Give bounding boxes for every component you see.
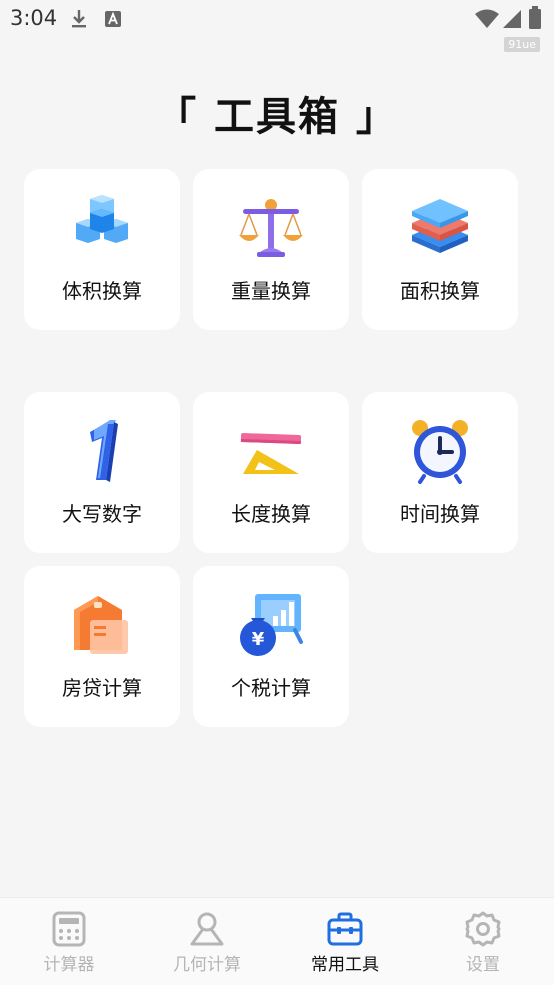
toolbox-icon: [327, 912, 363, 946]
scale-icon: [239, 199, 303, 257]
tool-label: 时间换算: [400, 502, 480, 526]
tab-geometry[interactable]: 几何计算: [138, 898, 276, 985]
tool-card-volume[interactable]: 体积换算: [24, 169, 180, 330]
cubes-icon: [76, 195, 128, 243]
tool-label: 重量换算: [231, 279, 311, 303]
tool-card-income-tax[interactable]: ¥ 个税计算: [193, 566, 349, 727]
house-icon: [74, 596, 128, 654]
tab-label: 常用工具: [311, 955, 379, 975]
tab-label: 计算器: [43, 955, 95, 975]
tab-label: 设置: [466, 955, 500, 975]
layers-icon: [412, 199, 468, 253]
tool-card-length[interactable]: 长度换算: [193, 392, 349, 553]
download-icon: [72, 10, 86, 28]
tool-card-uppercase-number[interactable]: 大写数字: [24, 392, 180, 553]
tool-label: 大写数字: [62, 502, 142, 526]
tab-calculator[interactable]: 计算器: [0, 898, 138, 985]
tab-label: 几何计算: [173, 955, 241, 975]
status-time: 3:04: [10, 6, 58, 30]
tool-label: 个税计算: [231, 676, 311, 700]
bottom-tab-bar: 计算器 几何计算 常用工具 设置: [0, 897, 554, 985]
tool-card-weight[interactable]: 重量换算: [193, 169, 349, 330]
tool-card-area[interactable]: 面积换算: [362, 169, 518, 330]
wifi-icon: [475, 9, 499, 28]
number-one-icon: [90, 420, 118, 482]
gear-icon: [465, 911, 501, 947]
tab-settings[interactable]: 设置: [414, 898, 552, 985]
text-app-icon: [105, 11, 121, 27]
money-bag-chart-icon: ¥: [240, 594, 303, 656]
tool-label: 长度换算: [231, 502, 311, 526]
tool-label: 房贷计算: [62, 676, 142, 700]
tool-card-time[interactable]: 时间换算: [362, 392, 518, 553]
battery-icon: [529, 6, 541, 29]
tool-label: 面积换算: [400, 279, 480, 303]
calculator-icon: [52, 911, 86, 947]
tool-card-mortgage[interactable]: 房贷计算: [24, 566, 180, 727]
page-title: 「 工具箱 」: [156, 94, 398, 140]
tool-label: 体积换算: [62, 279, 142, 303]
svg-text:¥: ¥: [252, 629, 265, 650]
alarm-clock-icon: [412, 420, 468, 484]
watermark: 91ue: [504, 37, 540, 52]
tab-common-tools[interactable]: 常用工具: [276, 898, 414, 985]
geometry-icon: [190, 912, 224, 946]
signal-icon: [503, 10, 521, 28]
status-bar: 3:04 91ue: [0, 0, 554, 52]
ruler-triangle-icon: [240, 433, 302, 474]
